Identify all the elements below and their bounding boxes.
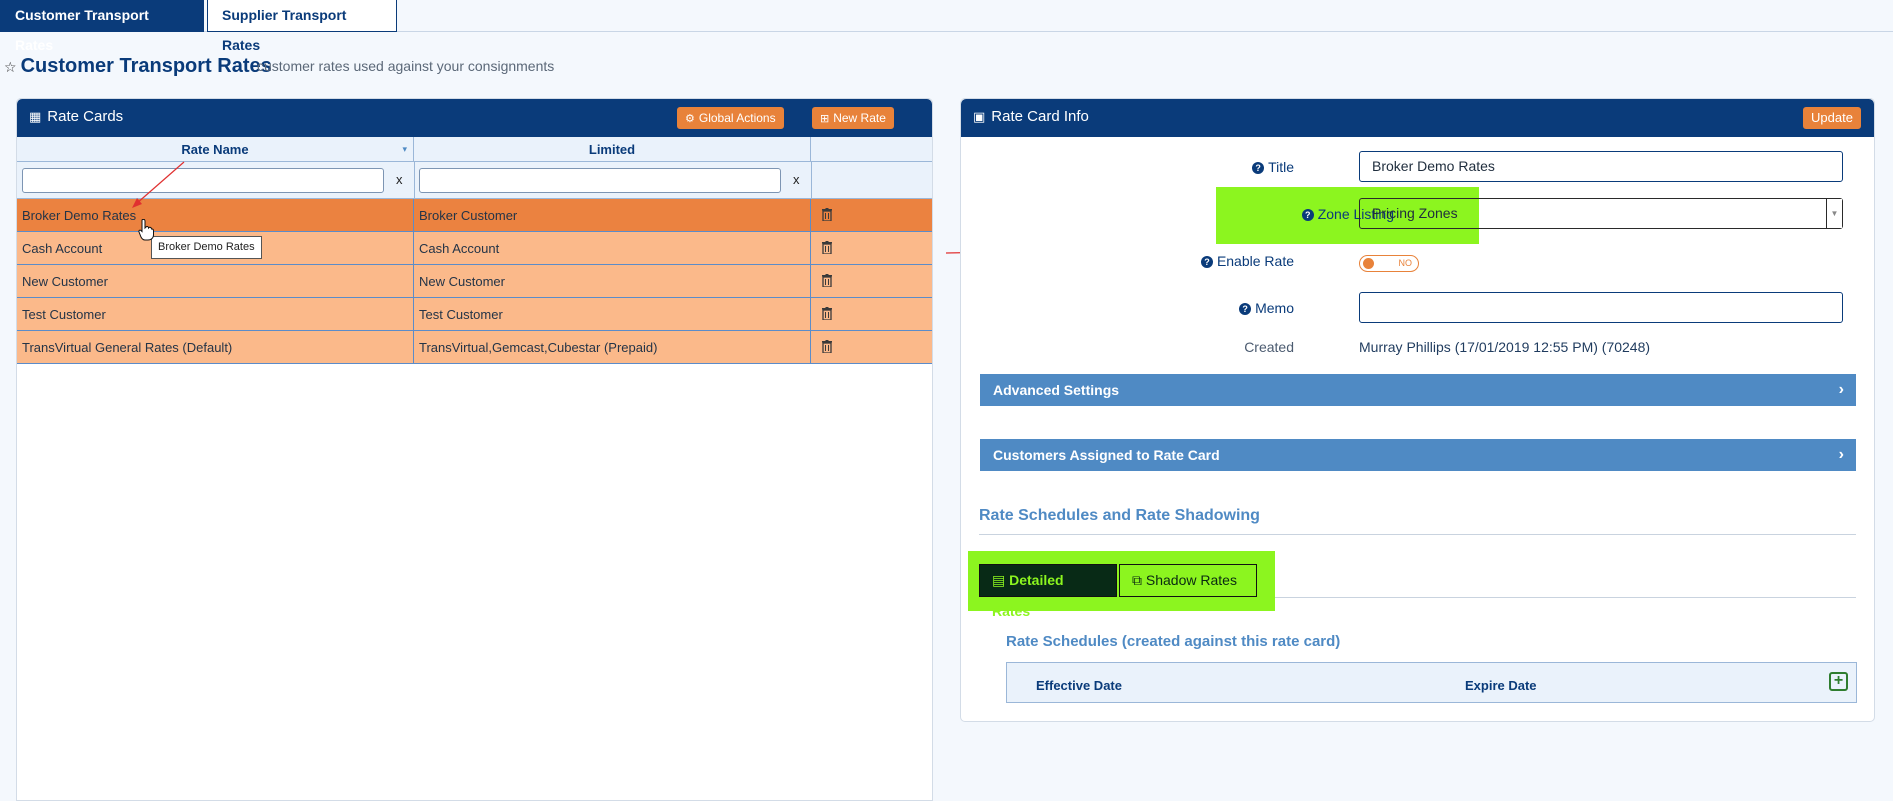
rate-name-cell: TransVirtual General Rates (Default) <box>17 331 414 364</box>
title-input[interactable]: Broker Demo Rates <box>1359 151 1843 182</box>
dropdown-arrow-icon[interactable]: ▼ <box>1826 199 1842 228</box>
enable-rate-label-text: Enable Rate <box>1216 253 1294 269</box>
copy-icon: ⧉ <box>1132 572 1142 588</box>
zone-listing-select[interactable]: Pricing Zones ▼ <box>1359 198 1843 229</box>
help-icon[interactable]: ? <box>1200 256 1213 268</box>
rate-name-filter-input[interactable] <box>22 168 384 193</box>
tab-shadow-rates[interactable]: ⧉ Shadow Rates <box>1119 564 1257 597</box>
clear-limited-filter[interactable]: x <box>793 172 800 187</box>
grid-header: Rate Name ▾ Limited <box>17 137 932 162</box>
id-card-icon: ▣ <box>973 109 986 124</box>
column-header-actions <box>811 137 932 162</box>
tab-supplier-transport-rates[interactable]: Supplier Transport Rates <box>207 0 397 53</box>
column-divider <box>414 162 415 199</box>
title-label-text: Title <box>1268 159 1294 175</box>
chevron-right-icon: › <box>1838 446 1844 463</box>
new-rate-button[interactable]: ⊞ New Rate <box>812 107 894 129</box>
created-value: Murray Phillips (17/01/2019 12:55 PM) (7… <box>1359 339 1651 355</box>
created-label: Created <box>1244 339 1294 355</box>
trash-icon[interactable] <box>822 241 832 254</box>
rate-schedules-section-title: Rate Schedules and Rate Shadowing <box>979 507 1260 524</box>
rate-schedules-title: Rate Schedules (created against this rat… <box>1006 633 1341 650</box>
tab-detailed-rates[interactable]: ▤ Detailed Rates <box>979 564 1117 619</box>
annotation-arrow <box>132 161 185 208</box>
plus-square-icon: ⊞ <box>820 113 830 125</box>
hand-cursor-icon <box>138 219 154 241</box>
rate-schedules-table-header: Effective Date Expire Date + <box>1006 662 1857 703</box>
help-icon[interactable]: ? <box>1252 162 1265 174</box>
help-icon[interactable]: ? <box>1301 209 1314 221</box>
rate-card-info-title: ▣ Rate Card Info <box>973 108 1089 125</box>
clear-rate-name-filter[interactable]: x <box>396 172 403 187</box>
column-header-limited-label: Limited <box>588 142 636 157</box>
page-title-text: Customer Transport Rates <box>20 55 272 77</box>
shadow-rates-label: Shadow Rates <box>1145 572 1237 588</box>
rate-name-cell: Broker Demo Rates <box>17 199 414 232</box>
rate-cards-header: ▦ Rate Cards ⚙ Global Actions ⊞ New Rate <box>17 99 932 137</box>
zone-listing-value: Pricing Zones <box>1372 205 1458 221</box>
table-row[interactable]: TransVirtual General Rates (Default) Tra… <box>17 331 932 364</box>
table-row[interactable]: Test Customer Test Customer <box>17 298 932 331</box>
page-subtitle: customer rates used against your consign… <box>257 58 555 74</box>
gear-icon: ⚙ <box>685 113 695 125</box>
limited-cell: New Customer <box>414 265 811 298</box>
section-divider <box>979 534 1856 535</box>
limited-filter-input[interactable] <box>419 168 781 193</box>
memo-input[interactable] <box>1359 292 1843 323</box>
toggle-state-text: NO <box>1398 258 1413 268</box>
column-header-expire-date[interactable]: Expire Date <box>1465 678 1537 693</box>
global-actions-button[interactable]: ⚙ Global Actions <box>677 107 784 129</box>
rate-cards-title-text: Rate Cards <box>47 108 124 125</box>
page-title: ☆ Customer Transport Rates <box>4 55 272 78</box>
row-tooltip: Broker Demo Rates <box>151 236 262 259</box>
trash-icon[interactable] <box>822 340 832 353</box>
limited-cell: Test Customer <box>414 298 811 331</box>
rate-cards-title: ▦ Rate Cards <box>29 108 123 125</box>
tabs-divider <box>1275 597 1856 598</box>
document-icon: ▤ <box>992 572 1006 588</box>
rate-name-cell: Test Customer <box>17 298 414 331</box>
customers-assigned-accordion[interactable]: Customers Assigned to Rate Card › <box>980 439 1856 471</box>
trash-icon[interactable] <box>822 208 832 221</box>
global-actions-label: Global Actions <box>698 111 776 125</box>
limited-cell: TransVirtual,Gemcast,Cubestar (Prepaid) <box>414 331 811 364</box>
rate-name-cell: New Customer <box>17 265 414 298</box>
advanced-settings-accordion[interactable]: Advanced Settings › <box>980 374 1856 406</box>
rate-card-info-panel: ▣ Rate Card Info Update ? Title Broker Dem… <box>960 98 1875 722</box>
table-row[interactable]: New Customer New Customer <box>17 265 932 298</box>
add-schedule-icon[interactable]: + <box>1829 672 1848 691</box>
trash-icon[interactable] <box>822 307 832 320</box>
update-button[interactable]: Update <box>1803 107 1861 129</box>
table-icon: ▦ <box>29 109 42 124</box>
new-rate-label: New Rate <box>833 111 886 125</box>
chevron-right-icon: › <box>1838 381 1844 398</box>
title-label: ? Title <box>1121 159 1294 175</box>
memo-label-text: Memo <box>1255 300 1294 316</box>
rate-card-info-header: ▣ Rate Card Info Update <box>961 99 1874 137</box>
trash-icon[interactable] <box>822 274 832 287</box>
tab-customer-transport-rates[interactable]: Customer Transport Rates <box>0 0 204 53</box>
column-header-limited[interactable]: Limited <box>414 137 811 162</box>
help-icon[interactable]: ? <box>1239 303 1252 315</box>
limited-cell: Cash Account <box>414 232 811 265</box>
column-header-effective-date[interactable]: Effective Date <box>1036 678 1122 693</box>
enable-rate-label: ? Enable Rate <box>1121 253 1294 269</box>
customers-assigned-label: Customers Assigned to Rate Card <box>993 447 1220 463</box>
top-tab-bar: Customer Transport Rates Supplier Transp… <box>0 0 1893 53</box>
sort-desc-icon[interactable]: ▾ <box>402 137 407 162</box>
memo-label: ? Memo <box>1121 300 1294 316</box>
rate-card-info-title-text: Rate Card Info <box>991 108 1089 125</box>
advanced-settings-label: Advanced Settings <box>993 382 1120 398</box>
enable-rate-toggle[interactable]: NO <box>1359 255 1419 272</box>
star-icon[interactable]: ☆ <box>4 59 17 75</box>
limited-cell: Broker Customer <box>414 199 811 232</box>
column-divider <box>811 162 812 199</box>
column-header-rate-name[interactable]: Rate Name ▾ <box>17 137 414 162</box>
toggle-knob <box>1363 258 1374 269</box>
column-header-rate-name-label: Rate Name <box>181 142 249 157</box>
